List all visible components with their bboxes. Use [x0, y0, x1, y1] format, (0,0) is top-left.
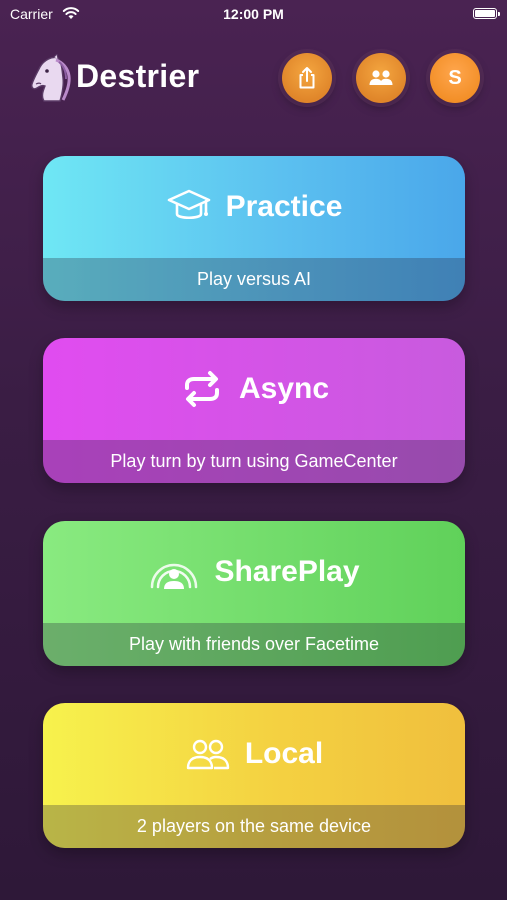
shareplay-card-header: SharePlay — [43, 521, 465, 623]
profile-initial: S — [448, 66, 462, 89]
repeat-arrows-icon — [179, 366, 225, 412]
graduation-cap-icon — [166, 184, 212, 230]
two-people-icon — [185, 731, 231, 777]
shareplay-card[interactable]: SharePlay Play with friends over Facetim… — [43, 521, 465, 666]
shareplay-title: SharePlay — [214, 555, 360, 588]
local-subtitle: 2 players on the same device — [43, 805, 465, 848]
async-subtitle: Play turn by turn using GameCenter — [43, 440, 465, 483]
share-icon — [299, 67, 315, 89]
practice-card[interactable]: Practice Play versus AI — [43, 156, 465, 301]
status-bar: Carrier 12:00 PM — [0, 0, 507, 30]
horse-head-logo-icon — [31, 54, 71, 102]
header: Destrier S — [24, 48, 483, 110]
shareplay-icon — [148, 549, 200, 595]
local-card[interactable]: Local 2 players on the same device — [43, 703, 465, 848]
async-title: Async — [238, 372, 330, 405]
status-time: 12:00 PM — [223, 6, 284, 22]
practice-card-header: Practice — [43, 156, 465, 258]
profile-button[interactable]: S — [430, 53, 480, 103]
local-title: Local — [244, 737, 324, 770]
practice-subtitle: Play versus AI — [43, 258, 465, 301]
battery-icon — [473, 8, 500, 19]
shareplay-subtitle: Play with friends over Facetime — [43, 623, 465, 666]
share-button[interactable] — [282, 53, 332, 103]
local-card-header: Local — [43, 703, 465, 805]
async-card[interactable]: Async Play turn by turn using GameCenter — [43, 338, 465, 483]
friends-button[interactable] — [356, 53, 406, 103]
app-title: Destrier — [76, 58, 200, 94]
async-card-header: Async — [43, 338, 465, 440]
people-icon — [369, 70, 393, 85]
practice-title: Practice — [225, 190, 343, 223]
